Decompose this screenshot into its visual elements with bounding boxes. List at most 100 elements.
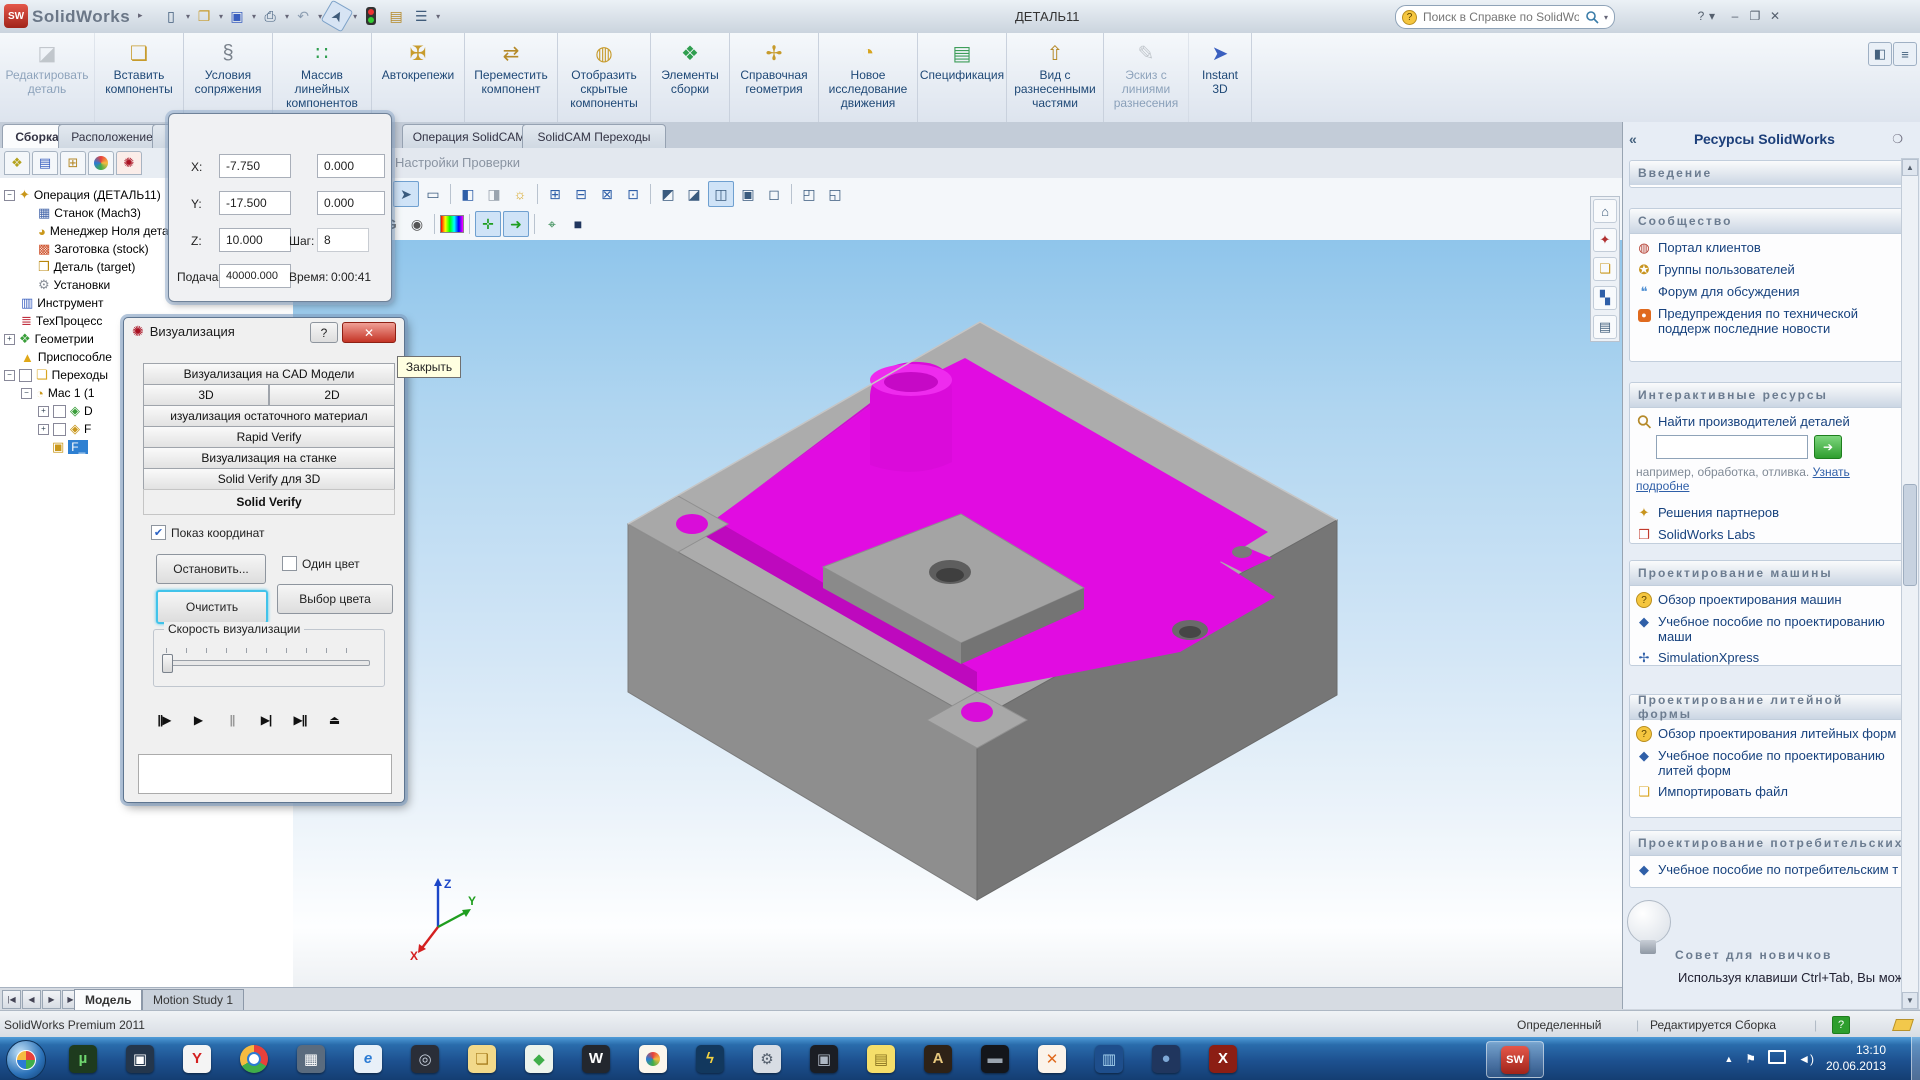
taskbar-notes-icon[interactable]: ▤ [856, 1041, 906, 1076]
propertymanager-tab-icon[interactable]: ▤ [32, 151, 58, 175]
help-caret-icon[interactable]: ▾ [1706, 8, 1718, 24]
ribbon-insert-components-button[interactable]: ❏ Вставить компоненты [95, 33, 184, 122]
viz-rest-material-button[interactable]: изуализация остаточного материал [143, 405, 395, 427]
help-search-input[interactable] [1421, 9, 1581, 25]
menu-checks[interactable]: Проверки [462, 155, 520, 170]
taskbar-app-icon[interactable]: W [571, 1041, 621, 1076]
manufacturer-search-input[interactable] [1656, 435, 1808, 459]
select-cursor-icon[interactable]: ➤ [321, 0, 354, 32]
options-icon[interactable]: ☰ [410, 5, 432, 27]
x-delta-field[interactable]: 0.000 [317, 154, 385, 178]
link-mold-overview[interactable]: ?Обзор проектирования литейных форм [1630, 720, 1902, 742]
scroll-up-icon[interactable]: ▲ [1902, 159, 1918, 176]
scroll-down-icon[interactable]: ▼ [1902, 992, 1918, 1009]
tool-path-icon[interactable]: ➜ [503, 211, 529, 237]
shadows-icon[interactable]: ◱ [823, 182, 847, 206]
y-delta-field[interactable]: 0.000 [317, 191, 385, 215]
taskbar-app-icon[interactable]: A [913, 1041, 963, 1076]
menu-settings[interactable]: Настройки [395, 155, 459, 170]
ribbon-linear-pattern-button[interactable]: ∷ Массив линейных компонентов [273, 33, 372, 122]
close-button[interactable]: ✕ [1762, 8, 1788, 24]
section-view-icon[interactable]: ▣ [736, 182, 760, 206]
rainbow-deviation-icon[interactable] [440, 212, 464, 236]
zoom-area-icon[interactable]: ⊟ [569, 182, 593, 206]
ribbon-instant3d-button[interactable]: ➤ Instant 3D [1189, 33, 1252, 122]
link-consumer-tutorial[interactable]: ◆Учебное пособие по потребительским това [1630, 856, 1902, 878]
taskbar-clock[interactable]: 13:10 20.06.2013 [1826, 1043, 1886, 1074]
fast-forward-button[interactable]: ▶|| [286, 708, 314, 732]
collapse-icon[interactable]: − [4, 190, 15, 201]
play-to-end-button[interactable]: ▶| [252, 708, 280, 732]
search-options-caret-icon[interactable]: ▾ [1604, 13, 1608, 22]
y-value-field[interactable]: -17.500 [219, 191, 291, 215]
tray-expand-icon[interactable]: ▲ [1724, 1054, 1733, 1064]
start-button[interactable] [6, 1040, 46, 1080]
search-go-button[interactable]: ➔ [1814, 435, 1842, 459]
pick-color-button[interactable]: Выбор цвета [277, 584, 393, 614]
pin-icon[interactable]: ❍ [1892, 132, 1903, 146]
step-play-button[interactable]: ||▶ [150, 708, 178, 732]
taskbar-app-icon[interactable]: ● [1141, 1041, 1191, 1076]
z-value-field[interactable]: 10.000 [219, 228, 291, 252]
collapse-icon[interactable]: − [21, 388, 32, 399]
dimxpert-color-wheel-icon[interactable] [88, 151, 114, 175]
scroll-thumb[interactable] [1903, 484, 1917, 586]
save-icon[interactable]: ▣ [226, 5, 248, 27]
dialog-close-button[interactable]: ✕ [342, 322, 396, 343]
step-field[interactable]: 8 [317, 228, 369, 252]
notebook-icon[interactable]: ▤ [1593, 315, 1617, 339]
undo-icon[interactable]: ↶ [292, 5, 314, 27]
tab-layout[interactable]: Расположение [58, 124, 166, 149]
x-value-field[interactable]: -7.750 [219, 154, 291, 178]
play-button[interactable]: ▶ [184, 708, 212, 732]
ribbon-bom-button[interactable]: ▤ Спецификация [918, 33, 1007, 122]
file-properties-icon[interactable]: ▤ [385, 5, 407, 27]
featuremanager-tab-icon[interactable]: ❖ [4, 151, 30, 175]
ribbon-motion-study-button[interactable]: ◔ Новое исследование движения [819, 33, 918, 122]
collapse-icon[interactable]: − [4, 370, 15, 381]
taskbar-explorer-icon[interactable]: ❏ [457, 1041, 507, 1076]
home-icon[interactable]: ⌂ [1593, 199, 1617, 223]
light-icon[interactable]: ☼ [508, 182, 532, 206]
taskbar-app-icon[interactable]: ✕ [1027, 1041, 1077, 1076]
chart-icon[interactable]: ▚ [1593, 286, 1617, 310]
action-center-flag-icon[interactable]: ⚑ [1745, 1052, 1756, 1066]
taskbar-paint-icon[interactable] [628, 1041, 678, 1076]
taskbar-app-icon[interactable]: X [1198, 1041, 1248, 1076]
tag-icon[interactable] [1892, 1019, 1914, 1031]
ribbon-edit-part-button[interactable]: ◪ Редактировать деталь [0, 33, 95, 122]
pause-button[interactable]: || [218, 708, 246, 732]
link-machine-tutorial[interactable]: ◆Учебное пособие по проектированию маши [1630, 608, 1902, 644]
taskbar-app-icon[interactable]: ▥ [1084, 1041, 1134, 1076]
ribbon-assembly-features-button[interactable]: ❖ Элементы сборки [651, 33, 730, 122]
taskbar-chrome-icon[interactable] [229, 1041, 279, 1076]
taskbar-calculator-icon[interactable]: ▦ [286, 1041, 336, 1076]
taskbar-app-icon[interactable]: ◎ [400, 1041, 450, 1076]
simulation-camera-icon[interactable]: ◉ [405, 212, 429, 236]
favorites-icon[interactable]: ✦ [1593, 228, 1617, 252]
taskbar-yandex-icon[interactable]: Y [172, 1041, 222, 1076]
show-coordinates-checkbox[interactable]: ✔ Показ координат [151, 525, 265, 540]
taskbar-app-icon[interactable]: ▣ [799, 1041, 849, 1076]
search-icon[interactable] [1585, 10, 1599, 24]
expand-icon[interactable]: + [38, 406, 49, 417]
tool-show-icon[interactable]: ✛ [475, 211, 501, 237]
link-simulationxpress[interactable]: ✢SimulationXpress [1630, 644, 1902, 666]
tab-motion-study[interactable]: Motion Study 1 [142, 989, 244, 1011]
one-color-checkbox[interactable]: Один цвет [282, 556, 360, 571]
zoom-fit-icon[interactable]: ⊞ [543, 182, 567, 206]
viz-rapid-verify-button[interactable]: Rapid Verify [143, 426, 395, 448]
binoculars-icon[interactable]: ⌖ [540, 212, 564, 236]
shaded-edges-icon[interactable]: ◫ [708, 181, 734, 207]
feed-field[interactable]: 40000.000 [219, 264, 291, 288]
tab-solidcam-transitions[interactable]: SolidCAM Переходы [522, 124, 666, 149]
solidcam-tab-icon[interactable]: ✺ [116, 151, 142, 175]
cad-model[interactable] [620, 300, 1370, 915]
ribbon-reference-geometry-button[interactable]: ✢ Справочная геометрия [730, 33, 819, 122]
help-search-box[interactable]: ? ▾ [1395, 5, 1615, 29]
pane-scrollbar[interactable]: ▲ ▼ [1901, 158, 1919, 1010]
link-partner-solutions[interactable]: ✦Решения партнеров [1630, 493, 1902, 521]
taskbar-cam-icon[interactable]: ⚙ [742, 1041, 792, 1076]
folder-icon[interactable]: ❏ [1593, 257, 1617, 281]
hidden-lines-icon[interactable]: ◻ [762, 182, 786, 206]
